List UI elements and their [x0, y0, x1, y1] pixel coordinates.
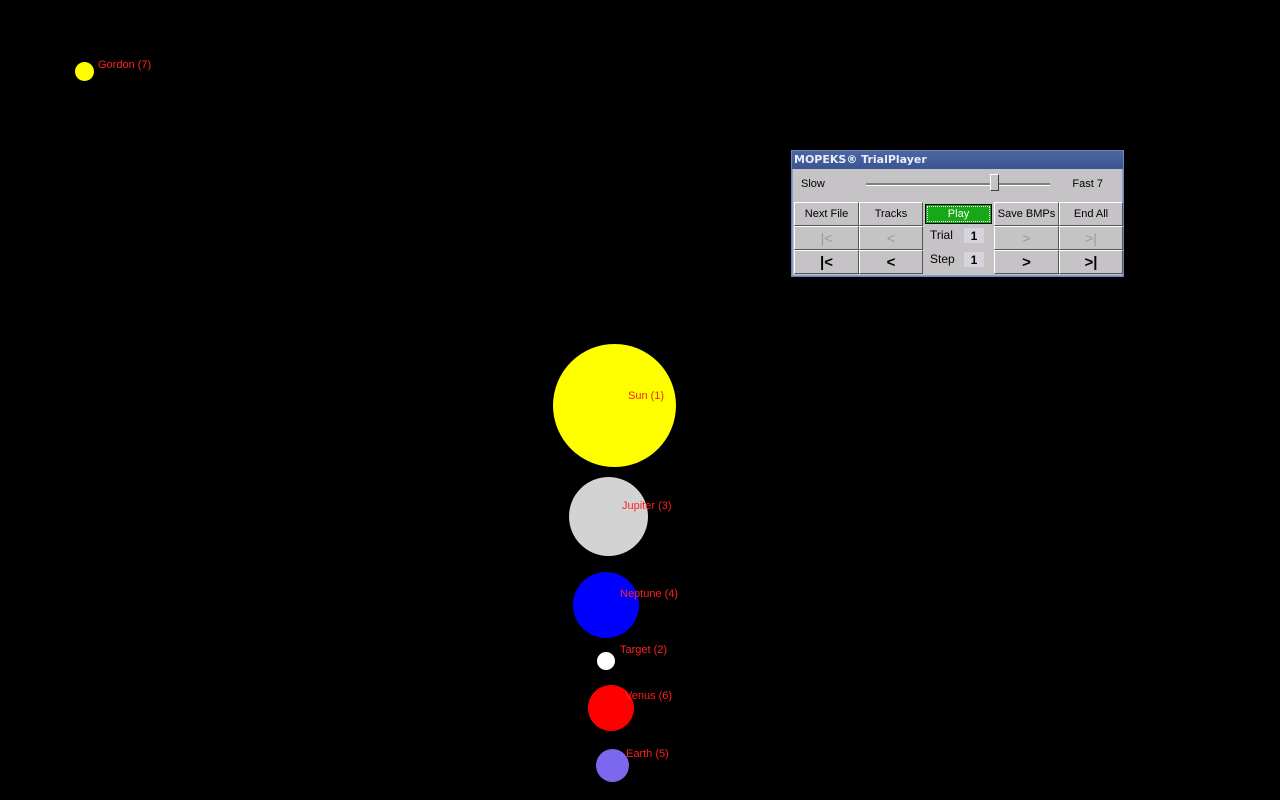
trial-prev-button[interactable]: <: [859, 226, 923, 250]
step-value: 1: [964, 252, 984, 267]
play-button[interactable]: Play: [925, 204, 992, 224]
step-first-button[interactable]: |<: [794, 250, 859, 274]
trial-first-button[interactable]: |<: [794, 226, 859, 250]
target-label: Target (2): [620, 644, 668, 656]
end-all-button[interactable]: End All: [1059, 202, 1123, 226]
earth-body: [596, 749, 629, 782]
step-prev-button[interactable]: <: [859, 250, 923, 274]
fast-label: Fast 7: [1072, 178, 1103, 190]
next-file-button[interactable]: Next File: [794, 202, 859, 226]
speed-control: Slow Fast 7: [792, 169, 1123, 199]
gordon-body: [75, 62, 94, 81]
trial-last-button[interactable]: >|: [1059, 226, 1123, 250]
slow-label: Slow: [801, 178, 825, 190]
window-title[interactable]: MOPEKS® TrialPlayer: [792, 151, 1123, 169]
tracks-button[interactable]: Tracks: [859, 202, 923, 226]
neptune-label: Neptune (4): [620, 588, 679, 600]
trial-next-button[interactable]: >: [994, 226, 1059, 250]
save-bmps-button[interactable]: Save BMPs: [994, 202, 1059, 226]
target-body: [597, 652, 615, 670]
venus-label: Venus (6): [625, 690, 673, 702]
neptune-body: [573, 572, 639, 638]
earth-label: Earth (5): [626, 748, 669, 760]
step-next-button[interactable]: >: [994, 250, 1059, 274]
step-label: Step: [930, 252, 955, 266]
sun-label: Sun (1): [628, 390, 665, 402]
speed-slider-track[interactable]: [866, 183, 1050, 186]
gordon-label: Gordon (7): [98, 59, 152, 71]
speed-slider-thumb[interactable]: [990, 174, 999, 191]
sun-body: [553, 344, 676, 467]
jupiter-body: [569, 477, 648, 556]
trial-label: Trial: [930, 228, 953, 242]
step-last-button[interactable]: >|: [1059, 250, 1123, 274]
jupiter-label: Jupiter (3): [622, 500, 672, 512]
trialplayer-window: MOPEKS® TrialPlayer Slow Fast 7 Next Fil…: [791, 150, 1124, 277]
trial-value: 1: [964, 228, 984, 243]
